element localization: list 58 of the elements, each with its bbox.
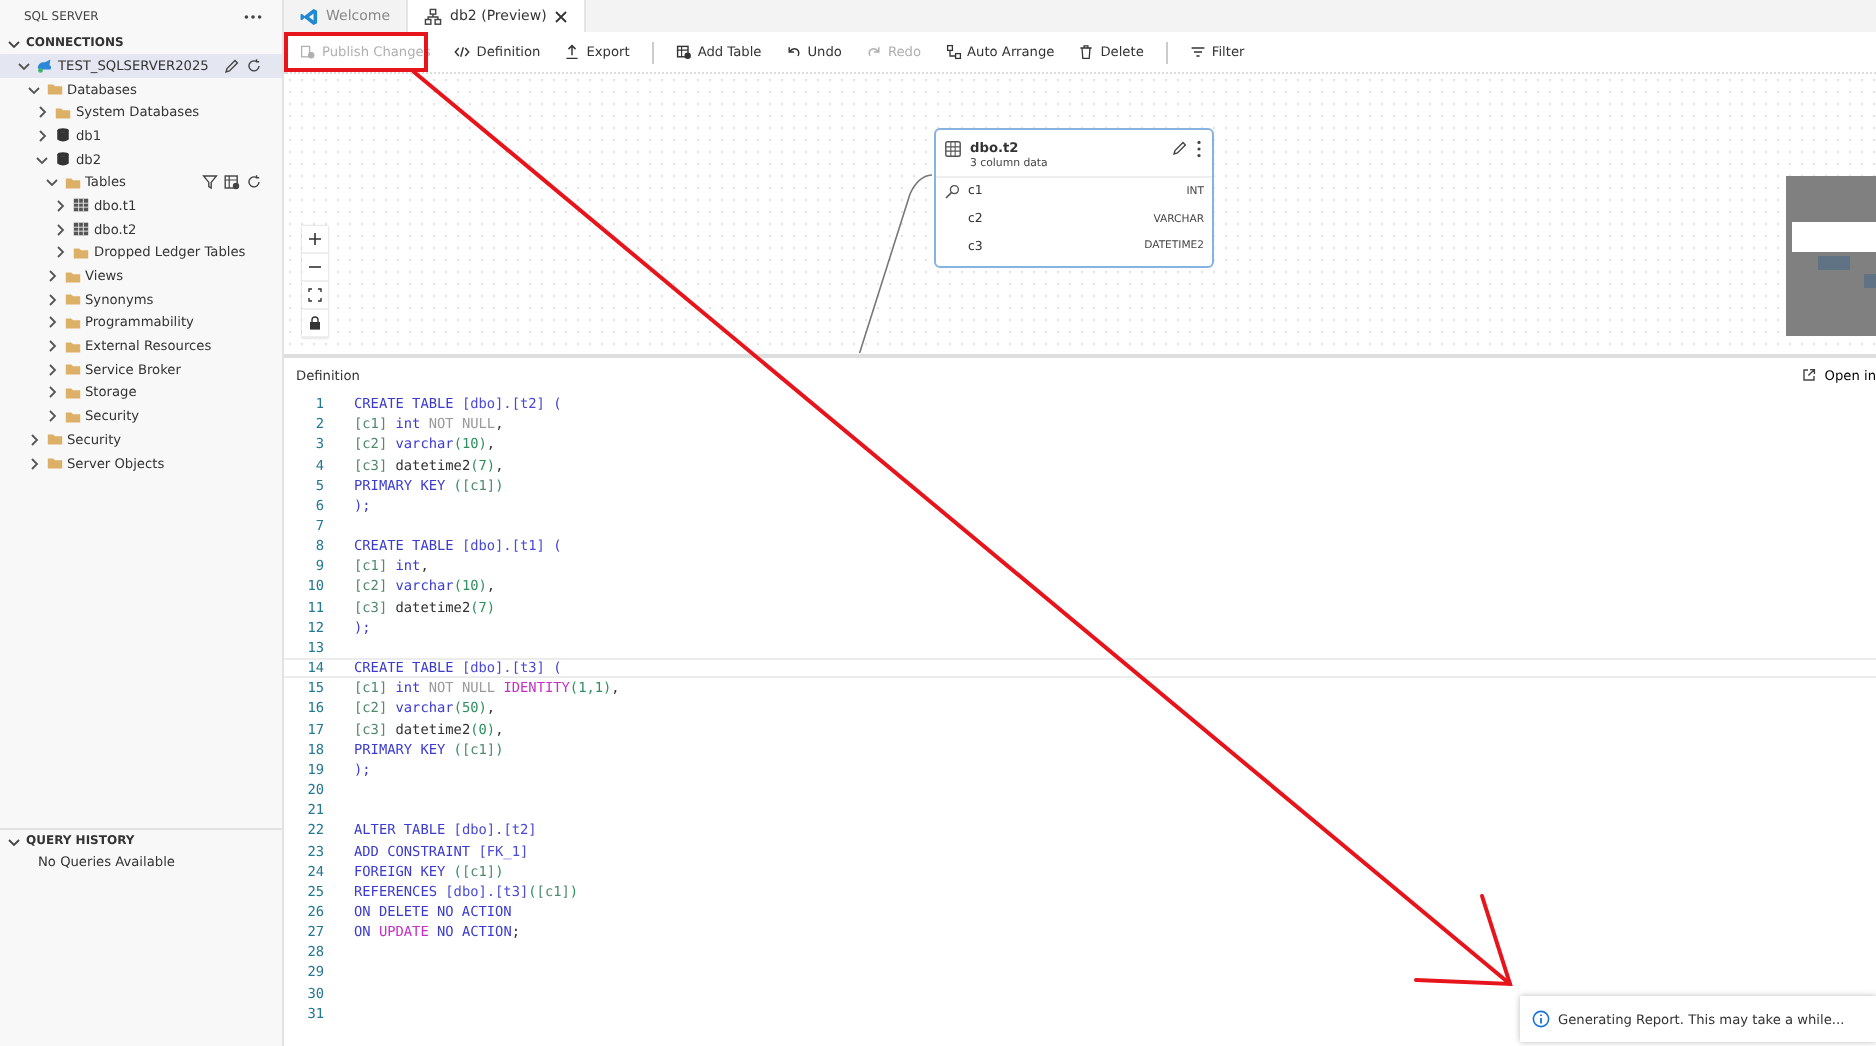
table-icon [72,220,90,239]
table-add-icon [675,44,692,60]
chevron-icon[interactable] [43,314,59,331]
chevron-icon[interactable] [25,81,41,98]
chevron-icon[interactable] [52,221,68,238]
table-icon [72,196,90,215]
chevron-icon[interactable] [34,104,50,121]
chevron-icon[interactable] [34,151,50,168]
pencil-icon[interactable] [224,57,240,74]
logo-icon [300,7,318,25]
chevron-icon[interactable] [16,57,32,74]
code-icon [454,44,471,60]
zoom-out-button[interactable] [302,254,328,282]
trash-icon [1078,44,1095,60]
chevron-icon[interactable] [34,127,50,144]
chevron-icon[interactable] [25,455,41,472]
info-icon [1532,1010,1550,1028]
undo-icon [785,44,802,60]
fit-view-button[interactable] [302,282,328,310]
more-icon[interactable] [244,13,262,19]
highlight-rectangle [284,32,428,72]
chevron-icon[interactable] [43,268,59,285]
upload-icon [564,44,581,60]
chevron-icon[interactable] [52,244,68,261]
lock-button[interactable] [302,310,328,338]
redo-icon [865,44,882,60]
minus-icon [308,260,322,274]
refresh-icon[interactable] [246,174,262,191]
table-icon [944,140,962,158]
close-icon[interactable] [554,9,569,23]
more-icon[interactable] [1196,140,1202,158]
chevron-icon [6,833,22,849]
chevron-icon[interactable] [25,431,41,448]
filter-icon [1189,44,1206,60]
zoom-in-button[interactable] [302,226,328,254]
diagram-icon [424,7,443,25]
publish-icon [300,44,316,60]
chevron-icon[interactable] [43,174,59,191]
chevron-icon[interactable] [43,384,59,401]
database-icon [54,150,72,169]
plus-icon [308,232,322,246]
pencil-icon[interactable] [1172,140,1188,156]
chevron-icon[interactable] [43,338,59,355]
chevron-icon[interactable] [43,408,59,425]
chevron-icon[interactable] [52,197,68,214]
chevron-icon[interactable] [43,291,59,308]
lock-icon [308,316,322,330]
arrange-icon [945,44,962,60]
database-icon [54,126,72,145]
chevron-icon[interactable] [43,361,59,378]
external-link-icon [1802,368,1817,382]
refresh-icon[interactable] [246,57,262,74]
fit-view-icon [308,288,322,302]
chevron-icon [6,35,22,51]
filter-icon[interactable] [202,174,218,191]
folder-icon [63,173,81,192]
server-icon [36,56,54,75]
table-add-icon[interactable] [224,174,240,191]
